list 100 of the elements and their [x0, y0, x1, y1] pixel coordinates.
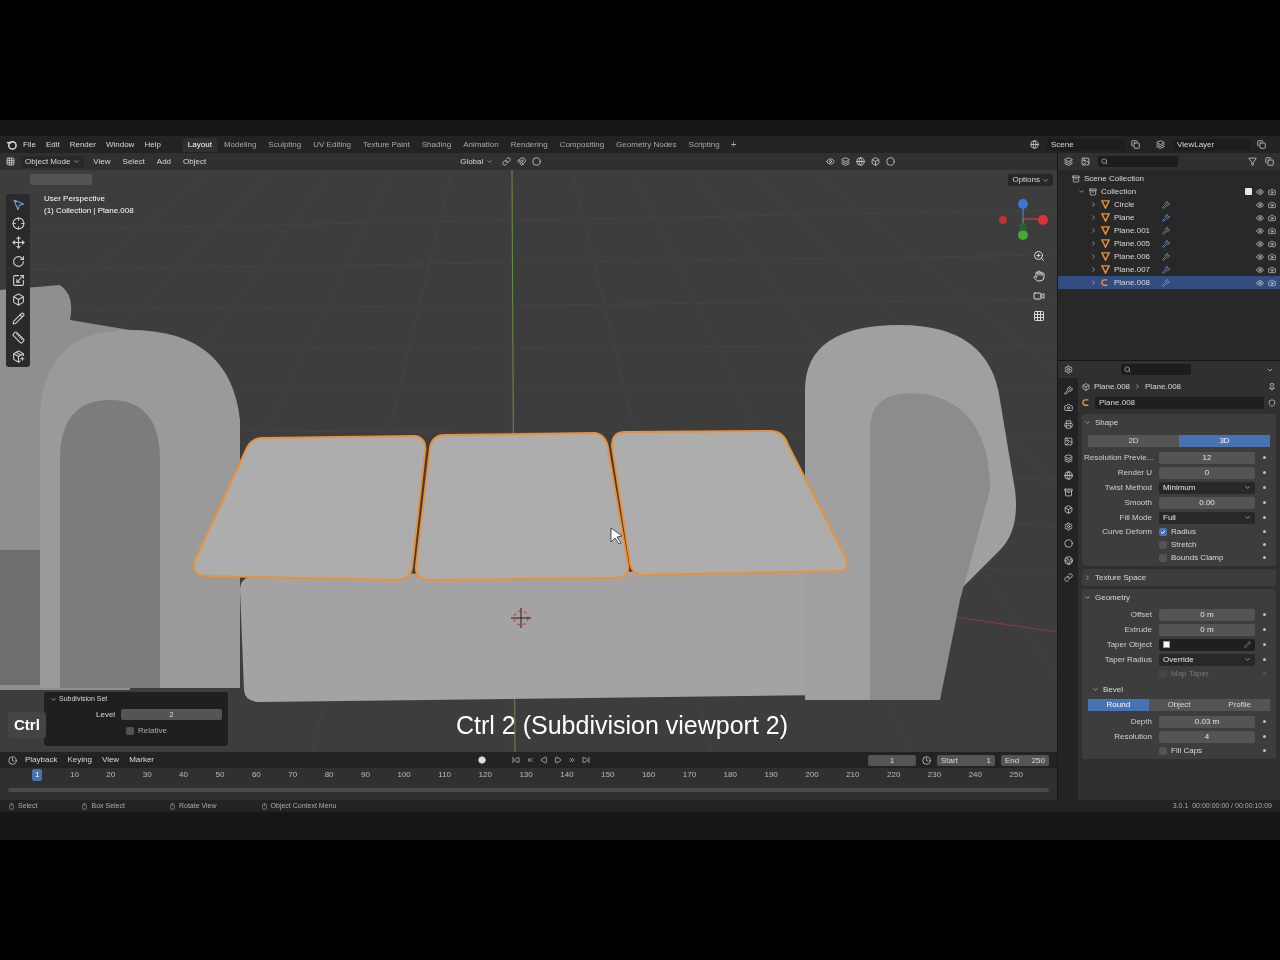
new-collection-icon[interactable] — [1265, 157, 1274, 166]
fake-user-icon[interactable] — [1268, 398, 1276, 407]
visibility-icon[interactable] — [826, 157, 835, 166]
play-reverse-icon[interactable] — [540, 756, 549, 764]
new-view-layer-icon[interactable] — [1257, 140, 1266, 149]
segment-tab[interactable]: 3D — [1179, 435, 1270, 447]
tool-icon[interactable] — [1063, 386, 1073, 395]
frame-tick[interactable]: 120 — [478, 769, 492, 781]
view-layer-field[interactable]: ViewLayer — [1173, 138, 1251, 151]
output-icon[interactable] — [1063, 420, 1073, 429]
breadcrumb-item[interactable]: Plane.008 — [1094, 380, 1131, 393]
render-visibility-icon[interactable] — [1268, 226, 1276, 235]
new-scene-icon[interactable] — [1131, 140, 1140, 149]
frame-tick[interactable]: 40 — [179, 769, 188, 781]
outliner-row[interactable]: Plane — [1058, 211, 1280, 224]
workspace-tab[interactable]: Texture Paint — [358, 137, 415, 152]
workspace-tab[interactable]: Geometry Nodes — [611, 137, 682, 152]
outliner-row[interactable]: Circle — [1058, 198, 1280, 211]
pin-icon[interactable] — [1268, 382, 1276, 391]
move-tool-icon[interactable] — [11, 236, 25, 249]
menu-item[interactable]: Render — [65, 138, 100, 151]
previous-keyframe-icon[interactable] — [526, 756, 535, 764]
visibility-icon[interactable] — [1256, 213, 1264, 222]
frame-tick[interactable]: 10 — [69, 769, 79, 781]
frame-tick[interactable]: 170 — [682, 769, 697, 781]
frame-tick[interactable]: 140 — [560, 769, 574, 781]
measure-tool-icon[interactable] — [11, 331, 25, 344]
segment-tab[interactable]: Profile — [1209, 699, 1270, 711]
dropdown-field[interactable]: Override — [1159, 653, 1255, 666]
outliner-row[interactable]: Plane.005 — [1058, 237, 1280, 250]
end-frame-field[interactable]: End 250 — [1001, 754, 1049, 766]
render-visibility-icon[interactable] — [1268, 239, 1276, 248]
outliner-row[interactable]: Plane.008 — [1058, 276, 1280, 289]
workspace-tab[interactable]: Animation — [458, 137, 504, 152]
visibility-icon[interactable] — [1256, 187, 1264, 196]
jump-end-icon[interactable] — [582, 756, 591, 764]
segment-tab[interactable]: Object — [1148, 699, 1210, 711]
render-icon[interactable] — [1063, 403, 1073, 412]
view-layer-icon[interactable] — [1063, 437, 1073, 446]
number-field[interactable]: 0 — [1159, 466, 1255, 479]
mode-dropdown[interactable]: Object Mode — [21, 155, 85, 168]
view-layer-icon[interactable] — [1156, 140, 1165, 149]
frame-tick[interactable]: 90 — [361, 769, 370, 781]
visibility-icon[interactable] — [1256, 226, 1264, 235]
select-tool-icon[interactable] — [11, 198, 25, 211]
tree-item[interactable]: Scene Collection — [1084, 172, 1145, 185]
search-field[interactable] — [1098, 156, 1178, 167]
render-visibility-icon[interactable] — [1268, 252, 1276, 261]
checkbox[interactable] — [1159, 527, 1167, 536]
pivot-icon[interactable] — [502, 157, 512, 166]
constraints-icon[interactable] — [1063, 573, 1073, 582]
cursor-tool-icon[interactable] — [11, 217, 25, 230]
frame-tick[interactable]: 20 — [106, 769, 116, 781]
editor-type-icon[interactable] — [1064, 365, 1073, 374]
number-field[interactable]: 0.03 m — [1159, 715, 1255, 728]
frame-tick[interactable]: 80 — [324, 769, 334, 781]
current-frame-field[interactable]: 1 — [868, 754, 916, 766]
workspace-tab[interactable]: Shading — [416, 137, 457, 152]
visibility-icon[interactable] — [1256, 252, 1264, 261]
workspace-tab[interactable]: Layout — [182, 137, 217, 152]
number-field[interactable]: 0 m — [1159, 608, 1255, 621]
panel-header[interactable]: Shape — [1084, 416, 1274, 429]
frame-tick[interactable]: 220 — [887, 769, 901, 781]
zoom-icon[interactable] — [1033, 250, 1045, 262]
frame-tick[interactable]: 160 — [641, 769, 656, 781]
visibility-icon[interactable] — [1256, 200, 1264, 209]
menu-item[interactable]: Edit — [41, 138, 64, 151]
panel-header[interactable]: Geometry — [1084, 591, 1274, 604]
frame-tick[interactable]: 190 — [764, 769, 778, 781]
frame-tick[interactable]: 200 — [805, 769, 819, 781]
physics-icon[interactable] — [1063, 556, 1073, 565]
search-field[interactable] — [1121, 364, 1191, 375]
editor-type-icon[interactable] — [8, 755, 17, 765]
checkbox[interactable] — [126, 726, 134, 735]
frame-tick[interactable]: 230 — [927, 769, 942, 781]
world-icon[interactable] — [1063, 471, 1073, 480]
datablock-field[interactable]: Plane.008 — [1095, 396, 1264, 409]
workspace-tab[interactable]: Compositing — [554, 137, 610, 152]
scale-tool-icon[interactable] — [11, 274, 25, 287]
visibility-icon[interactable] — [1256, 278, 1264, 287]
next-keyframe-icon[interactable] — [568, 756, 577, 764]
render-visibility-icon[interactable] — [1268, 187, 1276, 196]
grid-icon[interactable] — [1033, 310, 1045, 322]
number-field[interactable]: 0 m — [1159, 623, 1255, 636]
workspace-tab[interactable]: UV Editing — [308, 137, 357, 152]
object-icon[interactable] — [1063, 505, 1073, 514]
annotate-tool-icon[interactable] — [11, 312, 25, 325]
menu-item[interactable]: Help — [140, 138, 165, 151]
frame-tick[interactable]: 240 — [968, 769, 983, 781]
segment-tab[interactable]: Round — [1088, 699, 1149, 711]
frame-tick[interactable]: 60 — [251, 769, 261, 781]
app-logo-icon[interactable] — [6, 139, 17, 150]
menu-item[interactable]: Select — [119, 155, 148, 168]
visibility-icon[interactable] — [1256, 265, 1264, 274]
menu-item[interactable]: View — [99, 754, 122, 766]
menu-item[interactable]: View — [90, 155, 114, 168]
camera-icon[interactable] — [1033, 290, 1045, 302]
object-field[interactable] — [1159, 638, 1255, 651]
frame-tick[interactable]: 130 — [519, 769, 533, 781]
dropdown-field[interactable]: Minimum — [1159, 481, 1255, 494]
